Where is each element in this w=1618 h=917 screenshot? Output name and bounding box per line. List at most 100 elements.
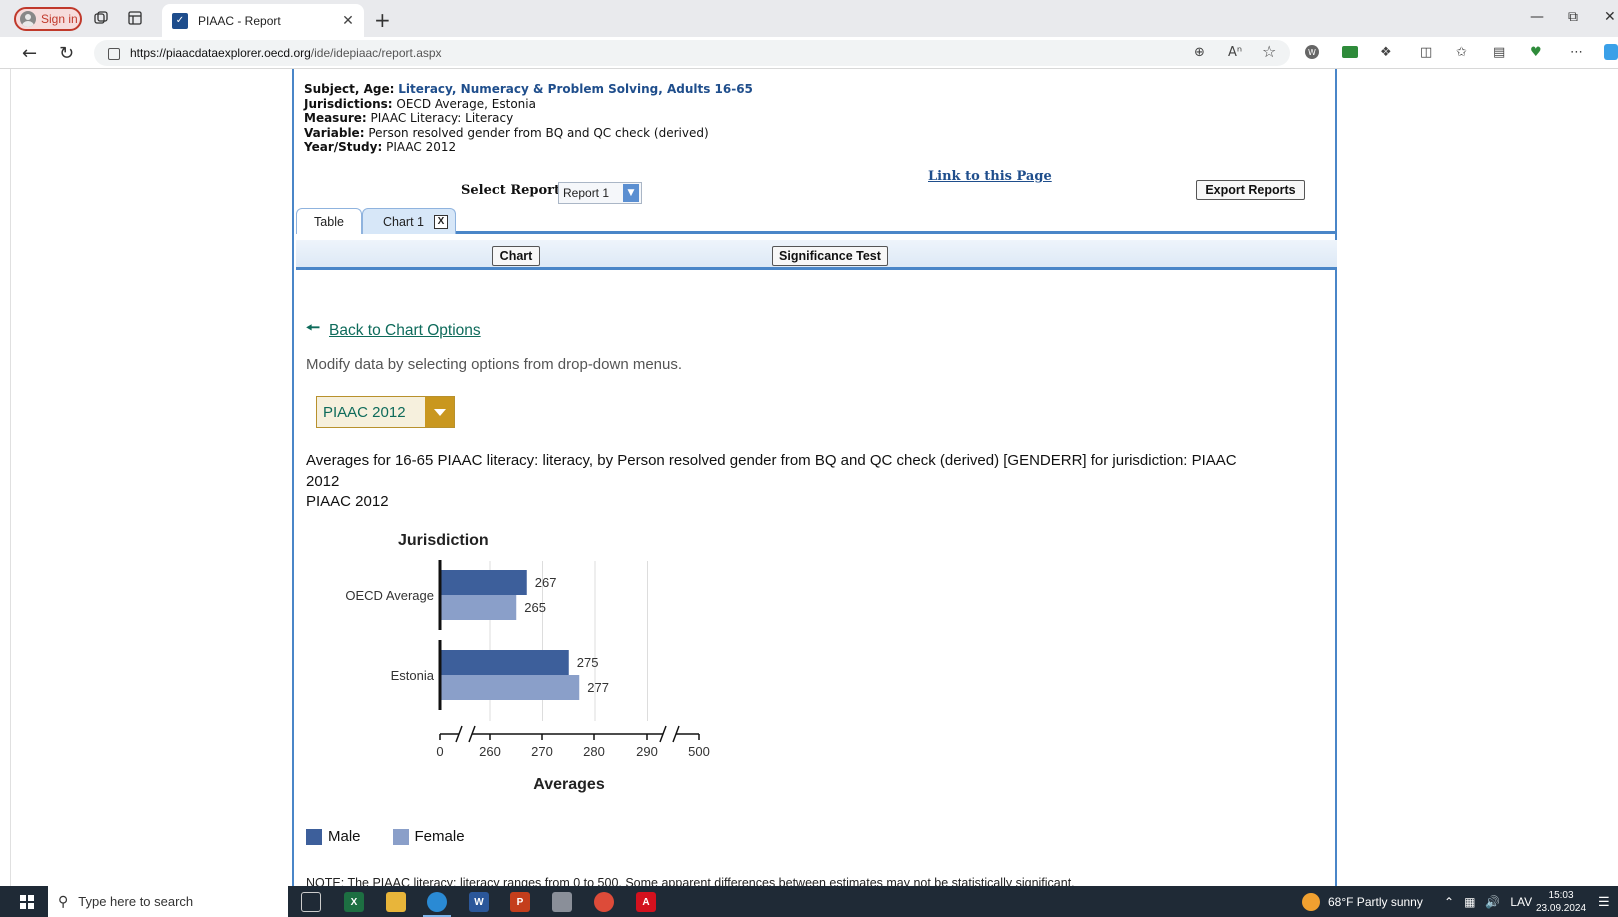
- averages-bar-chart: Jurisdiction 267 265 OECD Average 275 277 Esto…: [345, 532, 710, 793]
- tab-actions-icon[interactable]: [126, 9, 144, 27]
- report-tabs: Table Chart 1 X: [296, 207, 1337, 234]
- chart-button[interactable]: Chart: [492, 246, 540, 266]
- favorite-icon[interactable]: ☆: [1262, 42, 1276, 61]
- report-metadata: Subject, Age: Literacy, Numeracy & Probl…: [304, 82, 753, 155]
- volume-icon: 🔊: [1485, 894, 1501, 909]
- tab-chart-1[interactable]: Chart 1 X: [362, 208, 456, 234]
- legend-swatch-female: [392, 828, 409, 845]
- chart-caption: Averages for 16-65 PIAAC literacy: liter…: [306, 452, 1237, 490]
- data-label: 265: [524, 600, 546, 615]
- year-select[interactable]: PIAAC 2012: [316, 396, 455, 428]
- tab-title: PIAAC - Report: [198, 13, 281, 28]
- sign-in-label: Sign in: [41, 12, 78, 26]
- close-chart-tab-icon[interactable]: X: [434, 214, 448, 229]
- x-tick-label: 270: [531, 744, 553, 759]
- arrow-left-icon: 🠔: [306, 318, 321, 337]
- x-tick-label: 290: [636, 744, 658, 759]
- subject-value: Literacy, Numeracy & Problem Solving, Ad…: [398, 82, 753, 96]
- legend-label-male: Male: [328, 828, 361, 845]
- puzzle-icon[interactable]: ❖: [1380, 45, 1392, 60]
- split-screen-icon[interactable]: ◫: [1420, 45, 1432, 60]
- page-edge: [10, 69, 11, 886]
- report-frame: Subject, Age: Literacy, Numeracy & Probl…: [292, 69, 1337, 886]
- notifications-icon[interactable]: ☰: [1598, 886, 1610, 917]
- url-field[interactable]: https://piaacdataexplorer.oecd.org/ide/i…: [94, 40, 1290, 66]
- file-explorer-icon[interactable]: [386, 892, 406, 912]
- search-icon: ⚲: [58, 893, 69, 910]
- category-label: OECD Average: [345, 588, 434, 603]
- report-select[interactable]: Report 1 ▼: [558, 182, 642, 204]
- piaac-favicon-icon: ✓: [172, 12, 188, 29]
- back-link-label: Back to Chart Options: [329, 321, 481, 339]
- powerpoint-icon[interactable]: P: [510, 892, 530, 912]
- year-label: Year/Study:: [304, 140, 383, 154]
- acrobat-icon[interactable]: A: [636, 892, 656, 912]
- chevron-down-icon: ▼: [623, 184, 639, 202]
- app-icon[interactable]: [552, 892, 572, 912]
- data-label: 277: [587, 680, 609, 695]
- weather-icon: [1302, 892, 1320, 911]
- profile-icon: [20, 11, 36, 27]
- chart-note: NOTE: The PIAAC literacy: literacy range…: [306, 876, 1075, 886]
- significance-test-button[interactable]: Significance Test: [772, 246, 888, 266]
- category-label: Estonia: [391, 668, 435, 683]
- restore-icon[interactable]: ⧉: [1568, 9, 1578, 25]
- taskbar-search[interactable]: ⚲ Type here to search: [48, 886, 288, 917]
- new-tab-icon[interactable]: +: [374, 8, 391, 32]
- variable-label: Variable:: [304, 125, 365, 140]
- excel-icon[interactable]: X: [344, 892, 364, 912]
- bar-male-2: [440, 650, 569, 675]
- workspaces-icon[interactable]: [92, 9, 110, 27]
- tab-table[interactable]: Table: [296, 208, 362, 234]
- report-select-value: Report 1: [563, 186, 610, 200]
- task-view-icon[interactable]: [301, 892, 321, 912]
- chrome-icon[interactable]: [594, 892, 614, 912]
- tab-chart-1-label: Chart 1: [383, 214, 424, 229]
- copilot-icon[interactable]: [1604, 44, 1618, 60]
- windows-start-icon[interactable]: [20, 895, 34, 909]
- edge-icon[interactable]: [423, 892, 451, 917]
- collections-icon[interactable]: ▤: [1493, 45, 1505, 60]
- x-tick-label: 280: [583, 744, 605, 759]
- data-label: 275: [577, 655, 599, 670]
- system-tray[interactable]: ⌃ ▦ 🔊 LAV: [1444, 886, 1532, 917]
- extension-icon[interactable]: W: [1305, 45, 1319, 59]
- windows-taskbar: ⚲ Type here to search X W P A 68°F Partl…: [0, 886, 1618, 917]
- zoom-icon[interactable]: ⊕: [1194, 45, 1205, 60]
- address-bar: ← ↻ https://piaacdataexplorer.oecd.org/i…: [0, 37, 1618, 69]
- data-label: 267: [535, 575, 557, 590]
- x-tick-label: 500: [688, 744, 710, 759]
- print-icon[interactable]: [1342, 46, 1358, 58]
- network-icon: ▦: [1464, 894, 1476, 909]
- modify-instructions: Modify data by selecting options from dr…: [306, 356, 683, 373]
- legend-item-male: Male: [306, 828, 361, 845]
- select-report-label: Select Report:: [461, 183, 565, 198]
- y-axis-title: Jurisdiction: [398, 532, 489, 549]
- x-axis-title: Averages: [533, 776, 605, 793]
- sign-in-button[interactable]: Sign in: [14, 7, 82, 31]
- close-window-icon[interactable]: ✕: [1604, 9, 1616, 25]
- browser-tab-active[interactable]: ✓ PIAAC - Report ✕: [162, 4, 364, 37]
- lock-icon: [108, 48, 120, 60]
- back-to-chart-options[interactable]: 🠔 Back to Chart Options: [306, 317, 481, 344]
- link-to-page[interactable]: Link to this Page: [928, 169, 1052, 184]
- close-tab-icon[interactable]: ✕: [340, 13, 356, 29]
- word-icon[interactable]: W: [469, 892, 489, 912]
- clock-time: 15:03: [1548, 889, 1574, 901]
- back-icon[interactable]: ←: [22, 43, 37, 64]
- refresh-icon[interactable]: ↻: [59, 43, 74, 64]
- browser-essentials-icon[interactable]: ♥: [1530, 45, 1542, 60]
- language-indicator: LAV: [1510, 894, 1533, 909]
- url-text: https://piaacdataexplorer.oecd.org/ide/i…: [130, 46, 442, 60]
- chart-subbar: Chart Significance Test: [296, 240, 1337, 270]
- variable-value: Person resolved gender from BQ and QC ch…: [368, 125, 709, 140]
- read-aloud-icon[interactable]: Aⁿ: [1228, 45, 1242, 60]
- weather-widget[interactable]: 68°F Partly sunny: [1302, 886, 1423, 917]
- clock[interactable]: 15:03 23.09.2024: [1536, 886, 1586, 917]
- minimize-icon[interactable]: —: [1530, 9, 1544, 25]
- more-icon[interactable]: ⋯: [1570, 45, 1583, 60]
- export-reports-button[interactable]: Export Reports: [1196, 180, 1305, 200]
- x-tick-label: 0: [436, 744, 443, 759]
- legend-label-female: Female: [414, 828, 465, 845]
- favorites-icon[interactable]: ✩: [1456, 45, 1467, 60]
